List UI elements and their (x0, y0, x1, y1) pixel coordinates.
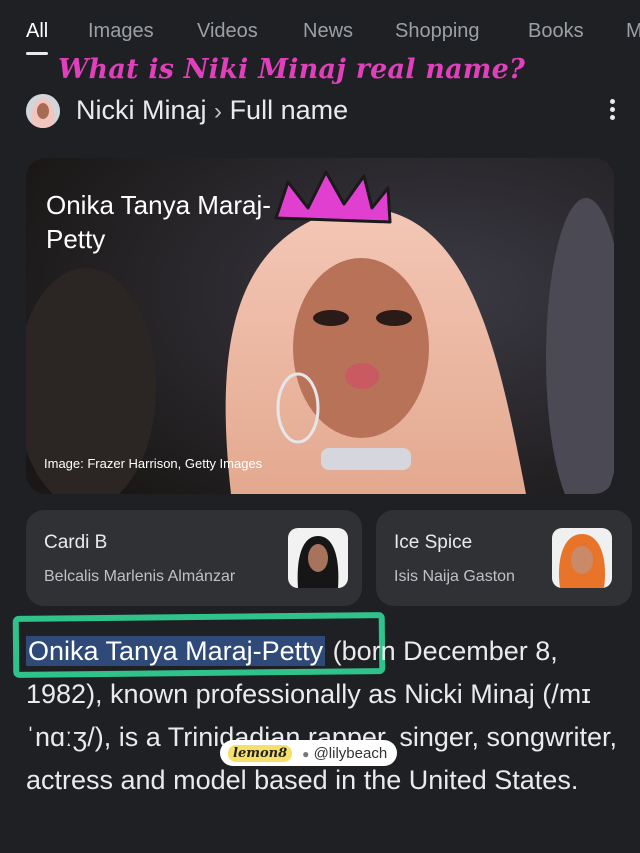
hero-image-card[interactable]: Onika Tanya Maraj-Petty Image: Frazer Ha… (26, 158, 614, 494)
related-card-ice-spice[interactable]: Ice Spice Isis Naija Gaston (376, 510, 632, 606)
tab-videos[interactable]: Videos (197, 20, 258, 43)
watermark-username: @lilybeach (313, 744, 388, 762)
related-card-subtitle: Isis Naija Gaston (394, 568, 515, 585)
related-card-subtitle: Belcalis Marlenis Almánzar (44, 568, 236, 585)
tab-news[interactable]: News (303, 20, 353, 43)
tab-images[interactable]: Images (88, 20, 154, 43)
image-credit: Image: Frazer Harrison, Getty Images (44, 456, 263, 471)
related-card-thumbnail (288, 528, 348, 588)
hero-name: Onika Tanya Maraj-Petty (46, 190, 271, 254)
search-tabs: All Images Videos News Shopping Books M (0, 0, 640, 55)
tab-books[interactable]: Books (528, 20, 584, 43)
watermark-user: ● @lilybeach (302, 745, 387, 762)
lemon8-watermark: lemon8 ● @lilybeach (220, 740, 398, 766)
user-icon: ● (302, 746, 310, 761)
tab-shopping[interactable]: Shopping (395, 20, 480, 43)
tab-more[interactable]: M (626, 20, 640, 43)
related-card-thumbnail (552, 528, 612, 588)
avatar[interactable] (26, 94, 60, 128)
breadcrumb-entity[interactable]: Nicki Minaj (76, 95, 207, 125)
related-card-title: Cardi B (44, 532, 108, 553)
overlay-title: What is Niki Minaj real name? (58, 54, 525, 85)
breadcrumb: Nicki Minaj › Full name (0, 92, 640, 132)
breadcrumb-separator: › (214, 98, 223, 125)
description-text: Onika Tanya Maraj-Petty (born December 8… (26, 630, 626, 802)
more-options-icon[interactable] (602, 96, 622, 126)
breadcrumb-attribute: Full name (229, 95, 349, 125)
related-card-cardi-b[interactable]: Cardi B Belcalis Marlenis Almánzar (26, 510, 362, 606)
related-card-title: Ice Spice (394, 532, 473, 553)
active-tab-indicator (26, 52, 48, 55)
breadcrumb-text: Nicki Minaj › Full name (76, 95, 348, 126)
lemon8-logo: lemon8 (228, 744, 293, 762)
tab-all[interactable]: All (26, 20, 48, 43)
highlighted-name: Onika Tanya Maraj-Petty (26, 636, 326, 666)
